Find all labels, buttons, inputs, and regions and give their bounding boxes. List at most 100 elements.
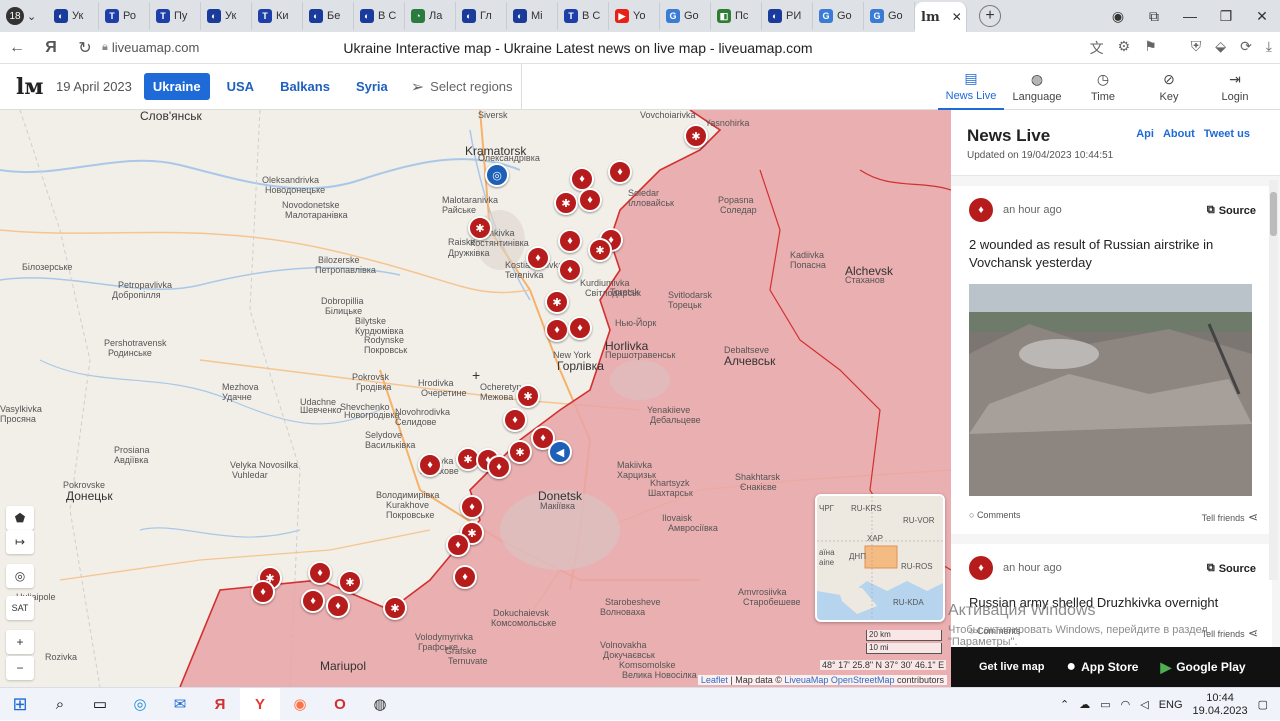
display-icon[interactable]: ▭ xyxy=(1100,698,1110,711)
shield-icon[interactable]: ⛨ xyxy=(1191,38,1202,58)
profile-icon[interactable]: ◉ xyxy=(1100,8,1136,25)
browser-tab[interactable]: G Go xyxy=(813,2,864,30)
select-regions-button[interactable]: ➢ Select regions xyxy=(411,77,513,97)
header-item-time[interactable]: ◷ Time xyxy=(1070,64,1136,110)
browser-tab[interactable]: ▶ Yo xyxy=(609,2,660,30)
windows-start-icon[interactable]: ⊞ xyxy=(0,688,40,721)
browser-tab[interactable]: ◐ Ук xyxy=(48,2,99,30)
bookmark-icon[interactable]: ⚑ xyxy=(1144,38,1157,58)
attack-marker-icon[interactable]: ✱ xyxy=(508,440,532,464)
liveuamap-link[interactable]: LiveuaMap xyxy=(784,675,828,685)
browser-tab[interactable]: G Go xyxy=(660,2,711,30)
comments-link[interactable]: ○ Comments xyxy=(969,510,1020,524)
chevron-up-icon[interactable]: ⌃ xyxy=(1060,698,1069,711)
app-store-button[interactable]: ● App Store xyxy=(1066,658,1138,676)
wifi-icon[interactable]: ◠ xyxy=(1121,698,1131,711)
region-tab-ukraine[interactable]: Ukraine xyxy=(143,73,210,100)
panel-link-api[interactable]: Api xyxy=(1136,128,1154,140)
attack-marker-icon[interactable]: ♦ xyxy=(487,455,511,479)
notifications-icon[interactable]: ▢ xyxy=(1258,698,1268,711)
obs-icon[interactable]: ◍ xyxy=(360,688,400,721)
header-item-news-live[interactable]: ▤ News Live xyxy=(938,64,1004,110)
attack-marker-icon[interactable]: ✱ xyxy=(684,124,708,148)
attack-marker-icon[interactable]: ♦ xyxy=(526,246,550,270)
browser-tab[interactable]: ◔ Ла xyxy=(405,2,456,30)
attack-marker-icon[interactable]: ♦ xyxy=(558,229,582,253)
new-tab-button[interactable]: + xyxy=(979,5,1001,27)
source-link[interactable]: ⧉ Source xyxy=(1207,562,1256,575)
measure-button[interactable]: ↦ xyxy=(6,530,34,554)
satellite-button[interactable]: SAT xyxy=(6,596,34,620)
zoom-out-button[interactable]: − xyxy=(6,656,34,680)
attack-marker-icon[interactable]: ✱ xyxy=(545,290,569,314)
puzzle-icon[interactable]: ⬙ xyxy=(1215,38,1226,58)
attack-marker-icon[interactable]: ✱ xyxy=(516,384,540,408)
sync-icon[interactable]: ⟳ xyxy=(1240,38,1252,58)
hide-layers-button[interactable]: ◎ xyxy=(6,564,34,588)
attack-marker-icon[interactable]: ♦ xyxy=(545,318,569,342)
extensions-icon[interactable]: ⚙ xyxy=(1118,38,1131,58)
language-indicator[interactable]: ENG xyxy=(1159,699,1183,711)
attack-marker-icon[interactable]: ✱ xyxy=(383,596,407,620)
browser-tab[interactable]: ◐ Гл xyxy=(456,2,507,30)
attack-marker-icon[interactable]: ♦ xyxy=(460,495,484,519)
event-marker-blue-icon[interactable]: ◎ xyxy=(485,163,509,187)
yandex-browser-icon[interactable]: Я xyxy=(200,688,240,721)
news-card[interactable]: ♦ an hour ago ⧉ Source 2 wounded as result o… xyxy=(951,186,1272,534)
news-card-text[interactable]: 2 wounded as result of Russian airstrike… xyxy=(969,236,1258,272)
draw-polygon-button[interactable]: ⬟ xyxy=(6,506,34,530)
task-view-icon[interactable]: ▭ xyxy=(80,688,120,721)
maximize-button[interactable]: ❐ xyxy=(1208,8,1244,25)
attack-marker-icon[interactable]: ♦ xyxy=(301,589,325,613)
tell-friends-link[interactable]: Tell friends ⋖ xyxy=(1202,510,1258,524)
source-link[interactable]: ⧉ Source xyxy=(1207,204,1256,217)
browser-tab[interactable]: ◐ Мі xyxy=(507,2,558,30)
attack-marker-icon[interactable]: ♦ xyxy=(453,565,477,589)
back-icon[interactable]: ← xyxy=(0,39,34,57)
collections-icon[interactable]: ⧉ xyxy=(1136,8,1172,25)
attack-marker-icon[interactable]: ♦ xyxy=(446,533,470,557)
opera-icon[interactable]: O xyxy=(320,688,360,721)
browser-tab[interactable]: ◧ Пс xyxy=(711,2,762,30)
reload-icon[interactable]: ↻ xyxy=(68,38,102,58)
browser-tab[interactable]: T Пу xyxy=(150,2,201,30)
news-photo[interactable] xyxy=(969,284,1252,496)
browser-tab[interactable]: T Ки xyxy=(252,2,303,30)
url-domain[interactable]: liveuamap.com xyxy=(112,40,199,55)
region-tab-usa[interactable]: USA xyxy=(218,73,263,100)
translate-icon[interactable]: 文 xyxy=(1090,38,1104,58)
close-window-button[interactable]: ✕ xyxy=(1244,8,1280,25)
attack-marker-icon[interactable]: ♦ xyxy=(326,594,350,618)
leaflet-link[interactable]: Leaflet xyxy=(701,675,728,685)
liveuamap-logo[interactable]: lм xyxy=(16,74,56,100)
news-feed[interactable]: ♦ an hour ago ⧉ Source 2 wounded as result o… xyxy=(951,186,1280,650)
scroll-thumb[interactable] xyxy=(1270,192,1277,236)
browser-tab[interactable]: T Ро xyxy=(99,2,150,30)
attack-marker-icon[interactable]: ✱ xyxy=(554,191,578,215)
browser-tab[interactable]: TВ С xyxy=(558,2,609,30)
panel-link-tweet-us[interactable]: Tweet us xyxy=(1204,128,1250,140)
search-icon[interactable]: ⌕ xyxy=(40,688,80,721)
attack-marker-icon[interactable]: ♦ xyxy=(308,561,332,585)
browser-tab[interactable]: ◐ В С xyxy=(354,2,405,30)
attack-marker-icon[interactable]: ✱ xyxy=(588,238,612,262)
yandex-icon[interactable]: Y xyxy=(240,687,280,721)
taskbar-clock[interactable]: 10:44 19.04.2023 xyxy=(1193,692,1248,718)
attack-marker-icon[interactable]: ♦ xyxy=(503,408,527,432)
browser-tab[interactable]: G Go xyxy=(864,2,915,30)
attack-marker-icon[interactable]: ♦ xyxy=(558,258,582,282)
header-item-key[interactable]: ⊘ Key xyxy=(1136,64,1202,110)
attack-marker-icon[interactable]: ✱ xyxy=(338,570,362,594)
firefox-icon[interactable]: ◉ xyxy=(280,688,320,721)
browser-tab[interactable]: ◐ Ук xyxy=(201,2,252,30)
browser-tab[interactable]: ◐ РИ xyxy=(762,2,813,30)
header-item-language[interactable]: ◍ Language xyxy=(1004,64,1070,110)
mail-icon[interactable]: ✉ xyxy=(160,688,200,721)
minimize-button[interactable]: — xyxy=(1172,8,1208,24)
google-play-button[interactable]: ▶ Google Play xyxy=(1160,659,1245,676)
osm-link[interactable]: OpenStreetMap xyxy=(831,675,895,685)
tab-liveuamap[interactable]: lm ✕ xyxy=(915,2,967,32)
download-icon[interactable]: ⤓ xyxy=(1266,38,1272,58)
overview-minimap[interactable]: ЧРГ RU-KRS RU-VOR XAP аїна aine ДНП RU-ROS RU-KD… xyxy=(815,494,945,622)
attack-marker-icon[interactable]: ♦ xyxy=(568,316,592,340)
